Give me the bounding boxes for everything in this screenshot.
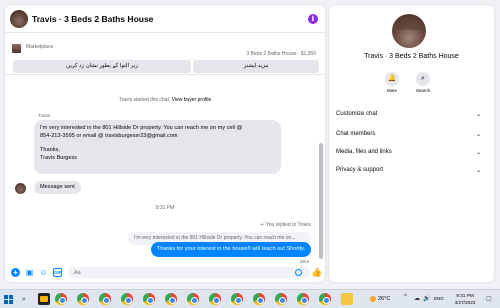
search-label: Search: [415, 88, 431, 93]
clock[interactable]: 9:31 PM 3/27/2023: [450, 292, 480, 306]
privacy-support-section[interactable]: Privacy & support ⌄: [329, 162, 494, 180]
chrome-icon[interactable]: [253, 293, 265, 305]
message-spacer: [40, 140, 275, 147]
avatar[interactable]: [392, 14, 426, 48]
system-note-text: Travis started this chat.: [118, 97, 171, 103]
mark-as-pending-button[interactable]: زیر التوا کے بطور نشان زد کریں: [13, 60, 191, 73]
conversation-header: Travis · 3 Beds 2 Baths House i: [5, 5, 325, 33]
media-files-links-section[interactable]: Media, files and links ⌄: [329, 144, 494, 162]
notification-icon[interactable]: ▢: [486, 295, 492, 302]
message-input[interactable]: [68, 267, 310, 278]
more-options-button[interactable]: مزید اپشنز: [193, 60, 319, 73]
chrome-icon[interactable]: [143, 293, 155, 305]
message-line: 854-213-3595 or email @ travisburgessr23…: [40, 132, 178, 139]
incoming-message-bubble[interactable]: I'm very interested in the 801 Hillside …: [34, 120, 281, 174]
search-icon[interactable]: ⌕: [16, 294, 32, 305]
start-icon[interactable]: [4, 295, 13, 304]
messenger-app: Travis · 3 Beds 2 Baths House i Marketpl…: [0, 0, 500, 289]
bell-icon: 🔔: [385, 72, 399, 86]
search-button[interactable]: ⌕ Search: [403, 72, 443, 93]
clock-date: 3/27/2023: [454, 300, 476, 305]
chat-members-section[interactable]: Chat members ⌄: [329, 126, 494, 144]
search-icon: ⌕: [416, 72, 430, 86]
chevron-down-icon: ⌄: [475, 132, 481, 138]
weather-widget[interactable]: 26°C: [370, 294, 396, 305]
info-title: Travis · 3 Beds 2 Baths House: [364, 53, 459, 60]
sender-name: Travis: [38, 113, 51, 118]
sender-avatar[interactable]: [15, 183, 26, 194]
chevron-down-icon: ⌄: [475, 112, 481, 118]
chrome-icon[interactable]: [55, 293, 67, 305]
image-icon[interactable]: ▣: [25, 268, 34, 277]
chrome-icon[interactable]: [121, 293, 133, 305]
marketplace-label: Marketplace: [26, 44, 54, 50]
chrome-icon[interactable]: [275, 293, 287, 305]
speaker-icon[interactable]: 🔊: [423, 295, 430, 302]
sun-icon: [370, 295, 376, 302]
outgoing-message-bubble[interactable]: Thanks for your interest in the house!I …: [150, 242, 311, 257]
folder-icon[interactable]: [341, 293, 353, 305]
chevron-down-icon: ⌄: [475, 150, 481, 156]
conversation-title[interactable]: Travis · 3 Beds 2 Baths House: [32, 14, 153, 24]
chrome-icon[interactable]: [231, 293, 243, 305]
message-line: Travis Burgess: [40, 154, 78, 161]
section-label: Media, files and links: [336, 149, 392, 155]
section-label: Chat members: [336, 131, 376, 137]
chrome-icon[interactable]: [209, 293, 221, 305]
listing-thumbnail[interactable]: [12, 44, 21, 53]
message-line: Thanks,: [40, 147, 60, 153]
reply-indicator: ↩ You replied to Travis: [260, 222, 311, 228]
sticker-icon[interactable]: ☺: [39, 268, 48, 277]
listing-title[interactable]: 3 Beds 2 Baths House · $1,350: [247, 51, 317, 57]
clock-time: 9:31 PM: [456, 293, 474, 298]
weather-temperature: 26°C: [378, 296, 391, 302]
customize-chat-section[interactable]: Customize chat ⌄: [329, 106, 494, 124]
view-buyer-profile-link[interactable]: View buyer profile: [172, 97, 212, 103]
system-note: Travis started this chat. View buyer pro…: [5, 97, 325, 103]
reply-indicator-text: You replied to Travis: [265, 222, 311, 228]
chevron-up-icon[interactable]: ^: [404, 294, 407, 300]
taskbar: ⌕ 26°C ^ ☁ 🔊 ENG 9:31 PM 3/27/2023 ▢: [0, 289, 500, 308]
chrome-icon[interactable]: [77, 293, 89, 305]
conversation-info-panel: Travis · 3 Beds 2 Baths House 🔔 Mute ⌕ S…: [329, 5, 494, 282]
chrome-icon[interactable]: [99, 293, 111, 305]
info-icon[interactable]: i: [308, 14, 318, 24]
chevron-down-icon: ⌄: [475, 168, 481, 174]
avatar[interactable]: [10, 10, 28, 28]
file-explorer-icon[interactable]: [38, 293, 50, 305]
plus-icon[interactable]: +: [11, 268, 20, 277]
emoji-icon[interactable]: [295, 269, 302, 276]
chrome-icon[interactable]: [319, 293, 331, 305]
message-timestamp: 9:31 PM: [155, 205, 175, 211]
gif-icon[interactable]: GIF: [53, 268, 62, 277]
language-indicator[interactable]: ENG: [434, 296, 444, 301]
cloud-icon[interactable]: ☁: [414, 295, 420, 302]
chrome-icon[interactable]: [297, 293, 309, 305]
chrome-icon[interactable]: [187, 293, 199, 305]
section-label: Privacy & support: [336, 167, 384, 173]
thumbs-up-icon[interactable]: 👍: [311, 268, 322, 277]
incoming-message-bubble[interactable]: Message sent: [34, 181, 81, 194]
message-line: I'm very interested in the 801 Hillside …: [40, 125, 243, 131]
listing-bar: Marketplace 3 Beds 2 Baths House · $1,35…: [5, 33, 325, 75]
conversation-panel: Travis · 3 Beds 2 Baths House i Marketpl…: [5, 5, 325, 282]
scrollbar-thumb[interactable]: [319, 143, 323, 259]
section-label: Customize chat: [336, 111, 378, 117]
message-list: Travis started this chat. View buyer pro…: [5, 75, 325, 264]
message-composer: + ▣ ☺ GIF 👍: [5, 263, 325, 282]
chrome-icon[interactable]: [165, 293, 177, 305]
